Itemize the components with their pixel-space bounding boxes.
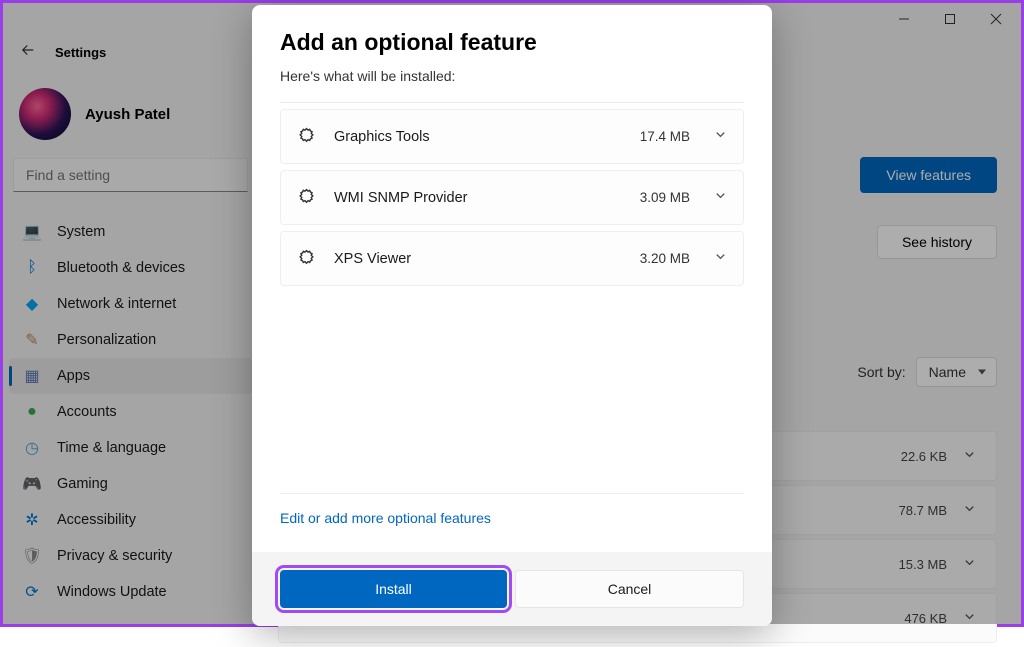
edit-features-link[interactable]: Edit or add more optional features [280, 493, 744, 544]
feature-row[interactable]: XPS Viewer 3.20 MB [280, 231, 744, 286]
dialog-title: Add an optional feature [280, 29, 744, 56]
feature-name: XPS Viewer [334, 251, 622, 267]
feature-row[interactable]: WMI SNMP Provider 3.09 MB [280, 170, 744, 225]
feature-icon [297, 249, 316, 268]
feature-icon [297, 127, 316, 146]
modal-overlay: Add an optional feature Here's what will… [3, 3, 1021, 624]
cancel-button[interactable]: Cancel [515, 570, 744, 608]
chevron-down-icon [714, 189, 727, 207]
dialog-subtitle: Here's what will be installed: [280, 68, 744, 84]
feature-size: 3.20 MB [640, 251, 690, 266]
feature-name: WMI SNMP Provider [334, 190, 622, 206]
feature-size: 17.4 MB [640, 129, 690, 144]
install-button[interactable]: Install [280, 570, 507, 608]
feature-name: Graphics Tools [334, 129, 622, 145]
feature-row[interactable]: Graphics Tools 17.4 MB [280, 109, 744, 164]
chevron-down-icon [714, 128, 727, 146]
add-feature-dialog: Add an optional feature Here's what will… [252, 5, 772, 626]
chevron-down-icon [714, 250, 727, 268]
feature-size: 3.09 MB [640, 190, 690, 205]
feature-icon [297, 188, 316, 207]
